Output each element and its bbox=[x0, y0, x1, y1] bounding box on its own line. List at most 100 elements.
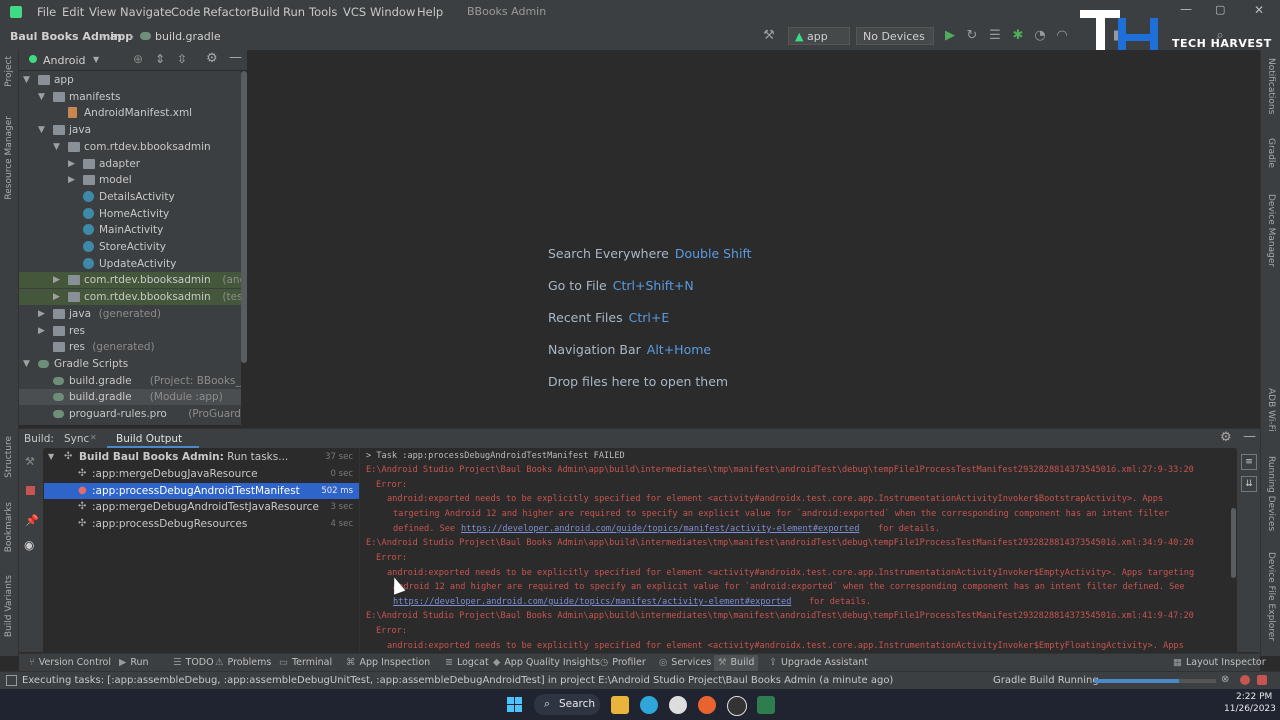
tree-row[interactable]: ▼ com.rtdev.bbooksadmin bbox=[19, 139, 241, 155]
build-tree-row[interactable]: ✣:app:processDebugResources 4 sec bbox=[44, 516, 359, 532]
chevron-down-icon[interactable]: ▼ bbox=[93, 55, 99, 64]
file-explorer-icon[interactable] bbox=[611, 696, 629, 714]
chevron-down-icon[interactable]: ▼ bbox=[48, 449, 54, 465]
menu-view[interactable]: View bbox=[89, 5, 116, 19]
adb-wifi-tool-tab[interactable]: ADB Wi-Fi bbox=[1266, 388, 1276, 432]
soft-wrap-icon[interactable]: ≡ bbox=[1241, 454, 1257, 470]
chrome-icon[interactable] bbox=[669, 696, 687, 714]
tool-window-terminal[interactable]: ▭ Terminal bbox=[279, 657, 332, 668]
breadcrumb-project[interactable]: Baul Books Admin bbox=[10, 30, 122, 43]
pin-icon[interactable]: 📌 bbox=[25, 514, 39, 527]
menu-window[interactable]: Window bbox=[370, 5, 415, 19]
chevron-right-icon[interactable]: ▶ bbox=[53, 272, 63, 288]
chevron-down-icon[interactable]: ▼ bbox=[23, 72, 33, 88]
tree-row[interactable]: MainActivity bbox=[19, 222, 241, 238]
hide-panel-icon[interactable]: — bbox=[1243, 429, 1256, 444]
menu-navigate[interactable]: Navigate bbox=[120, 5, 172, 19]
coverage-icon[interactable]: ☰ bbox=[988, 29, 1002, 43]
tool-window-upgrade-assistant[interactable]: ⇪ Upgrade Assistant bbox=[769, 657, 868, 668]
menu-run[interactable]: Run bbox=[283, 5, 305, 19]
build-tree-row[interactable]: ▼ ✣ Build Baul Books Admin: Run tasks... 37… bbox=[44, 449, 359, 465]
progress-label[interactable]: Gradle Build Running bbox=[993, 675, 1099, 686]
menu-help[interactable]: Help bbox=[417, 5, 443, 19]
device-manager-tool-tab[interactable]: Device Manager bbox=[1266, 194, 1276, 267]
clock-date[interactable]: 11/26/2023 bbox=[1224, 704, 1276, 714]
build-variants-tool-tab[interactable]: Build Variants bbox=[4, 575, 14, 637]
tab-build-output[interactable]: Build Output bbox=[107, 429, 199, 448]
build-tree-row[interactable]: ✣:app:mergeDebugAndroidTestJavaResource 3… bbox=[44, 499, 359, 515]
documentation-link[interactable]: https://developer.android.com/guide/topi… bbox=[393, 596, 791, 608]
media-player-icon[interactable] bbox=[727, 696, 747, 716]
build-tree-row[interactable]: ●:app:processDebugAndroidTestManifest 502… bbox=[44, 482, 359, 499]
clock-time[interactable]: 2:22 PM bbox=[1236, 692, 1272, 702]
chevron-down-icon[interactable]: ▼ bbox=[23, 356, 33, 372]
tree-row[interactable]: res (generated) bbox=[19, 339, 241, 355]
project-scrollbar[interactable] bbox=[241, 71, 247, 363]
hammer-icon[interactable]: ⚒ bbox=[762, 29, 776, 43]
tree-row[interactable]: ▼ Gradle Scripts bbox=[19, 356, 241, 372]
tree-row[interactable]: proguard-rules.pro (ProGuard Rules for " bbox=[19, 406, 241, 422]
gradle-tool-tab[interactable]: Gradle bbox=[1266, 138, 1276, 168]
tree-row[interactable]: build.gradle (Module :app) bbox=[19, 389, 241, 406]
chevron-down-icon[interactable]: ▼ bbox=[38, 122, 48, 138]
collapse-all-icon[interactable]: ⇳ bbox=[177, 52, 187, 66]
tree-row[interactable]: DetailsActivity bbox=[19, 189, 241, 205]
attach-debugger-icon[interactable]: ◠ bbox=[1055, 29, 1069, 43]
menu-code[interactable]: Code bbox=[171, 5, 200, 19]
menu-build[interactable]: Build bbox=[251, 5, 280, 19]
tool-window-todo[interactable]: ☰ TODO bbox=[173, 657, 214, 668]
rerun-icon[interactable]: ↻ bbox=[965, 29, 979, 43]
windows-start-icon[interactable] bbox=[507, 697, 522, 712]
tree-row[interactable]: ▶ com.rtdev.bbooksadmin (androidTes bbox=[19, 272, 241, 289]
chevron-right-icon[interactable]: ▶ bbox=[38, 306, 48, 322]
tool-window-app-quality-insights[interactable]: ◆ App Quality Insights bbox=[493, 657, 600, 668]
gear-icon[interactable]: ⚙ bbox=[206, 51, 218, 66]
tree-row[interactable]: ▶ res bbox=[19, 323, 241, 339]
tool-window-logcat[interactable]: ≣ Logcat bbox=[445, 657, 489, 668]
chevron-right-icon[interactable]: ▶ bbox=[68, 156, 78, 172]
hide-panel-icon[interactable]: — bbox=[229, 50, 242, 65]
tree-row[interactable]: ▶ adapter bbox=[19, 156, 241, 172]
hammer-icon[interactable]: ⚒ bbox=[25, 455, 35, 468]
build-output-console[interactable]: > Task :app:processDebugAndroidTestManif… bbox=[360, 448, 1236, 652]
tree-row[interactable]: HomeActivity bbox=[19, 206, 241, 222]
profile-icon[interactable]: ◔ bbox=[1033, 29, 1047, 43]
menu-edit[interactable]: Edit bbox=[62, 5, 84, 19]
status-message[interactable]: Executing tasks: [:app:assembleDebug, :a… bbox=[22, 675, 893, 686]
gear-icon[interactable]: ⚙ bbox=[1220, 430, 1232, 445]
tree-row[interactable]: ▶ model bbox=[19, 172, 241, 188]
edge-icon[interactable] bbox=[640, 696, 658, 714]
run-icon[interactable]: ▶ bbox=[943, 29, 957, 43]
expand-all-icon[interactable]: ⇕ bbox=[155, 52, 165, 66]
tool-window-app-inspection[interactable]: ⌘ App Inspection bbox=[346, 657, 430, 668]
breadcrumb-file[interactable]: build.gradle bbox=[155, 30, 221, 43]
tool-window-run[interactable]: ▶ Run bbox=[119, 657, 149, 668]
tree-row[interactable]: build.gradle (Project: BBooks_Admin) bbox=[19, 373, 241, 389]
menu-file[interactable]: File bbox=[37, 5, 56, 19]
device-file-explorer-tool-tab[interactable]: Device File Explorer bbox=[1266, 552, 1276, 641]
device-select[interactable]: No Devices ▼ bbox=[856, 27, 934, 60]
error-icon[interactable] bbox=[1240, 675, 1250, 685]
tree-row[interactable]: ▼ java bbox=[19, 122, 241, 138]
tree-row[interactable]: UpdateActivity bbox=[19, 256, 241, 272]
tree-row[interactable]: AndroidManifest.xml bbox=[19, 105, 241, 121]
locate-icon[interactable]: ⊕ bbox=[133, 52, 143, 66]
project-view-select[interactable]: Android bbox=[43, 54, 86, 67]
documentation-link[interactable]: https://developer.android.com/guide/topi… bbox=[461, 523, 859, 535]
tool-window-profiler[interactable]: ◷ Profiler bbox=[600, 657, 646, 668]
build-tree-row[interactable]: ✣:app:mergeDebugJavaResource 0 sec bbox=[44, 466, 359, 482]
bookmarks-tool-tab[interactable]: Bookmarks bbox=[4, 502, 14, 552]
memory-icon[interactable] bbox=[1257, 675, 1267, 685]
running-devices-tool-tab[interactable]: Running Devices bbox=[1266, 456, 1276, 531]
chevron-down-icon[interactable]: ▼ bbox=[38, 89, 48, 105]
tree-row[interactable]: StoreActivity bbox=[19, 239, 241, 255]
menu-refactor[interactable]: Refactor bbox=[203, 5, 251, 19]
scroll-to-end-icon[interactable]: ⇊ bbox=[1241, 476, 1257, 492]
eye-icon[interactable]: ◉ bbox=[24, 538, 34, 552]
tab-sync[interactable]: Sync bbox=[64, 433, 89, 445]
status-toggle-icon[interactable] bbox=[6, 675, 17, 686]
stop-icon[interactable] bbox=[26, 486, 35, 495]
tool-window-problems[interactable]: ⚠ Problems bbox=[215, 657, 271, 668]
tool-window-layout-inspector[interactable]: ▦ Layout Inspector bbox=[1173, 657, 1266, 668]
menu-vcs[interactable]: VCS bbox=[343, 5, 366, 19]
